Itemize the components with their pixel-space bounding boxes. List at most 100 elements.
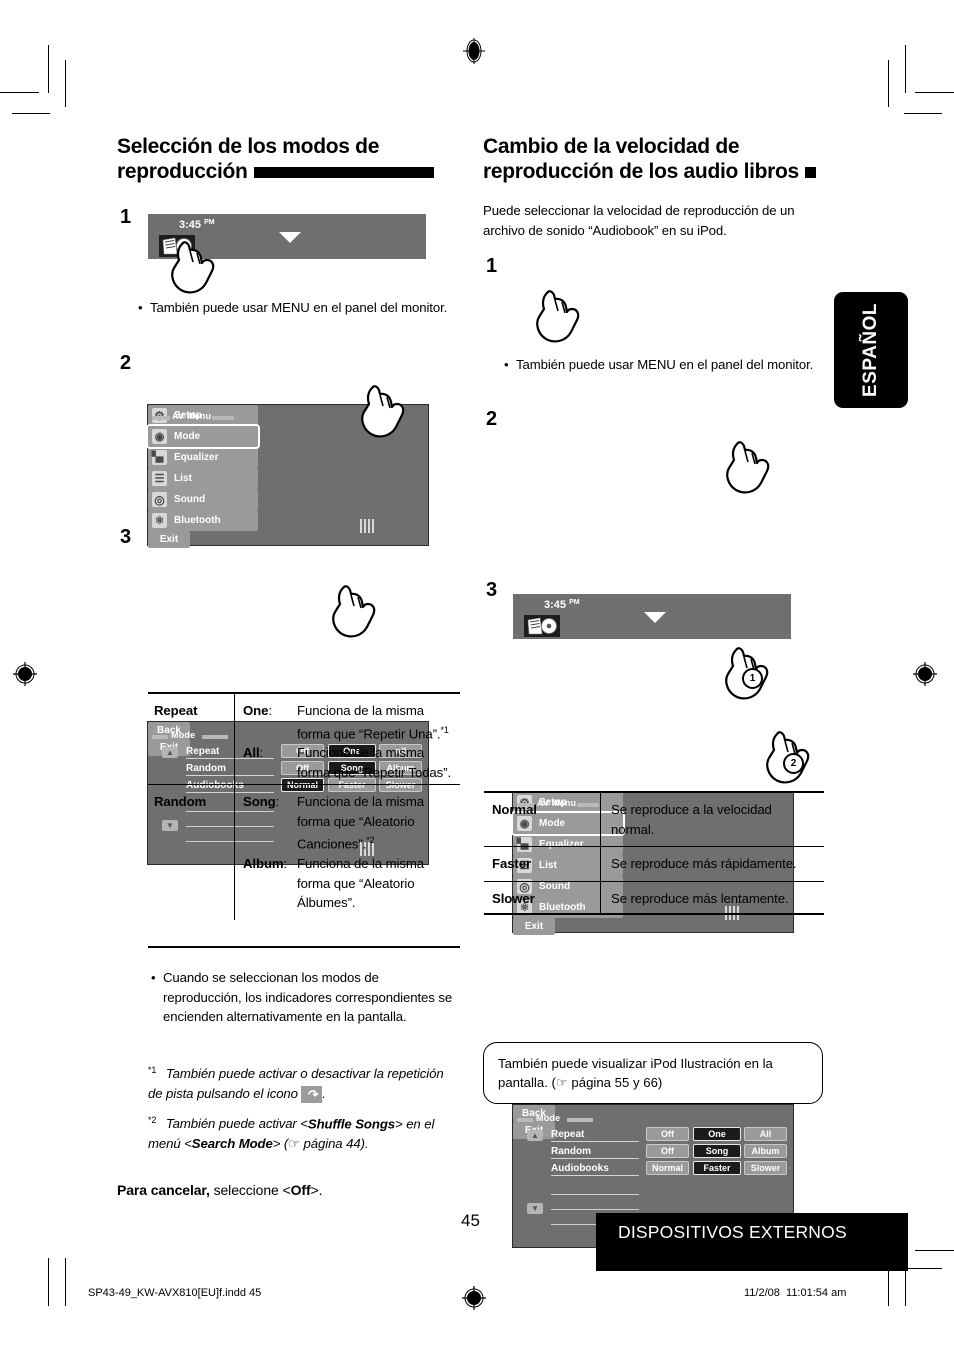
option-random-song[interactable]: Song	[693, 1144, 741, 1158]
section-footer-label: DISPOSITIVOS EXTERNOS	[618, 1222, 847, 1242]
right-step3-number: 3	[486, 579, 498, 601]
bluetooth-icon: ⚛	[152, 513, 167, 528]
registration-mark-left	[12, 661, 38, 687]
spec-desc-one: Funciona de la misma forma que “Repetir …	[297, 703, 441, 741]
option-repeat-off[interactable]: Off	[646, 1127, 689, 1141]
left-table-bottom-rule	[148, 946, 460, 948]
mode-row-label-random: Random	[551, 1146, 639, 1159]
hand-cursor-right-step1	[533, 287, 595, 349]
spec-desc-song: Funciona de la misma forma que “Aleatori…	[297, 794, 425, 852]
footnote-2-search-mode: Search Mode	[191, 1135, 273, 1151]
av-menu-button-list[interactable]: ☰ List	[148, 468, 258, 489]
spec-key-one: One	[243, 703, 269, 718]
footnote-1-text-b: .	[322, 1085, 326, 1101]
spec-name-repeat: Repeat	[154, 703, 198, 718]
av-menu-button-sound[interactable]: ◎ Sound	[148, 489, 258, 510]
print-time: 11:01:54 am	[786, 1287, 847, 1299]
spec-desc-all: Funciona de la misma forma que “Repetir …	[297, 745, 452, 780]
language-tab-label: ESPAÑOL	[860, 303, 881, 397]
spec-key-album: Album	[243, 856, 284, 872]
option-audiobooks-normal[interactable]: Normal	[646, 1161, 689, 1175]
triangle-down-icon[interactable]	[279, 232, 301, 243]
left-spec-table: Repeat One: Funciona de la misma forma q…	[148, 692, 460, 920]
mode-row-label-audiobooks: Audiobooks	[551, 1163, 639, 1176]
mode-title-rule-right	[567, 1118, 593, 1122]
heading-square	[804, 166, 816, 178]
spec-note-one: *1	[440, 724, 449, 735]
spec-note-song: *2	[366, 835, 375, 846]
left-bullet-after: • Cuando se seleccionan los modos de repr…	[151, 970, 453, 1024]
option-audiobooks-slower[interactable]: Slower	[744, 1161, 787, 1175]
crop-mark-tl-h2	[12, 113, 50, 114]
right-intro: Puede seleccionar la velocidad de reprod…	[483, 203, 795, 238]
crop-mark-tl-h1	[0, 92, 39, 93]
right-step1-number: 1	[486, 255, 498, 277]
crop-mark-tr-v2	[888, 60, 889, 107]
hand-cursor-left-step3	[329, 582, 391, 644]
av-menu-label-sound: Sound	[174, 494, 206, 505]
crop-mark-tl-v2	[65, 60, 66, 107]
hand-cursor-right-step2	[723, 438, 785, 500]
right-table-bottom-rule	[484, 913, 824, 915]
footnote-2-text-e: > (	[272, 1135, 289, 1151]
option-repeat-one[interactable]: One	[693, 1127, 741, 1141]
option-audiobooks-faster[interactable]: Faster	[693, 1161, 741, 1175]
table-row: Normal Se reproduce a la velocidad norma…	[484, 791, 824, 847]
print-timestamp: 11/2/08 11:01:54 am	[744, 1287, 846, 1299]
language-tab: ESPAÑOL	[834, 292, 908, 408]
speed-desc-normal: Se reproduce a la velocidad normal.	[611, 802, 772, 837]
spec-desc-album: Funciona de la misma forma que “Aleatori…	[297, 856, 425, 911]
exit-button[interactable]: Exit	[513, 918, 555, 935]
footer-divider-right2	[905, 1278, 906, 1304]
equalizer-icon: ▚▖	[151, 450, 168, 465]
av-menu-label-mode: Mode	[174, 431, 201, 442]
right-step2-number: 2	[486, 408, 498, 430]
cancel-bold: Para cancelar,	[117, 1182, 210, 1198]
option-random-album[interactable]: Album	[744, 1144, 787, 1158]
title-rule-left	[152, 416, 170, 420]
left-footnote-2: *2 También puede activar <Shuffle Songs >…	[148, 1111, 460, 1153]
right-step1-screen[interactable]: 3:45 PM	[513, 594, 791, 639]
left-step1-bullet: • También puede usar MENU en el panel del…	[138, 300, 448, 315]
hand-cursor-left-step1	[168, 238, 230, 300]
table-row: Faster Se reproduce más rápidamente.	[484, 846, 824, 881]
footnote-2-text-a: También puede activar <	[165, 1116, 308, 1132]
triangle-down-icon[interactable]	[644, 612, 666, 623]
av-menu-label-bluetooth: Bluetooth	[174, 515, 221, 526]
crop-mark-tl-v1	[48, 45, 49, 93]
left-heading: Selección de los modos de reproducción	[117, 134, 467, 184]
mode-blank-row-1	[551, 1184, 639, 1195]
crop-mark-br-h1	[915, 1250, 954, 1251]
left-step1-number: 1	[120, 206, 132, 228]
footer-divider-left2	[65, 1278, 66, 1304]
callout-number-2: 2	[783, 753, 804, 774]
crop-mark-tr-h1	[915, 92, 954, 93]
print-date: 11/2/08	[744, 1287, 780, 1299]
option-repeat-all[interactable]: All	[744, 1127, 787, 1141]
option-random-off[interactable]: Off	[646, 1144, 689, 1158]
left-footnote-1: *1 También puede activar o desactivar la…	[148, 1061, 460, 1103]
registration-mark-top	[461, 38, 487, 64]
grip-handle[interactable]	[360, 519, 374, 533]
left-step3-number: 3	[120, 526, 132, 548]
heading-rule-bar	[253, 166, 434, 178]
mode-title: Mode	[536, 1113, 561, 1123]
av-menu-button-mode[interactable]: ◉ Mode	[146, 424, 260, 449]
av-menu-button-equalizer[interactable]: ▚▖ Equalizer	[148, 447, 258, 468]
left-step2-number: 2	[120, 352, 132, 374]
speed-name-slower: Slower	[492, 890, 535, 906]
scroll-up-icon[interactable]: ▲	[527, 1130, 543, 1141]
registration-mark-bottom	[461, 1285, 487, 1311]
mode-blank-row-2	[551, 1199, 639, 1210]
footnote-2-shuffle-songs: Shuffle Songs	[307, 1116, 396, 1132]
ipod-source-icon[interactable]	[524, 615, 560, 637]
exit-button[interactable]: Exit	[148, 531, 190, 548]
cancel-rest: seleccione <	[213, 1182, 291, 1198]
av-menu-button-bluetooth[interactable]: ⚛ Bluetooth	[148, 510, 258, 531]
footnote-2-text-f: página 44).	[303, 1135, 369, 1151]
callout-number-1: 1	[742, 668, 763, 689]
crop-mark-tr-v1	[905, 45, 906, 93]
scroll-down-icon[interactable]: ▼	[527, 1203, 543, 1214]
table-row: Slower Se reproduce más lentamente.	[484, 880, 824, 915]
mode-title-rule-left	[517, 1118, 533, 1122]
